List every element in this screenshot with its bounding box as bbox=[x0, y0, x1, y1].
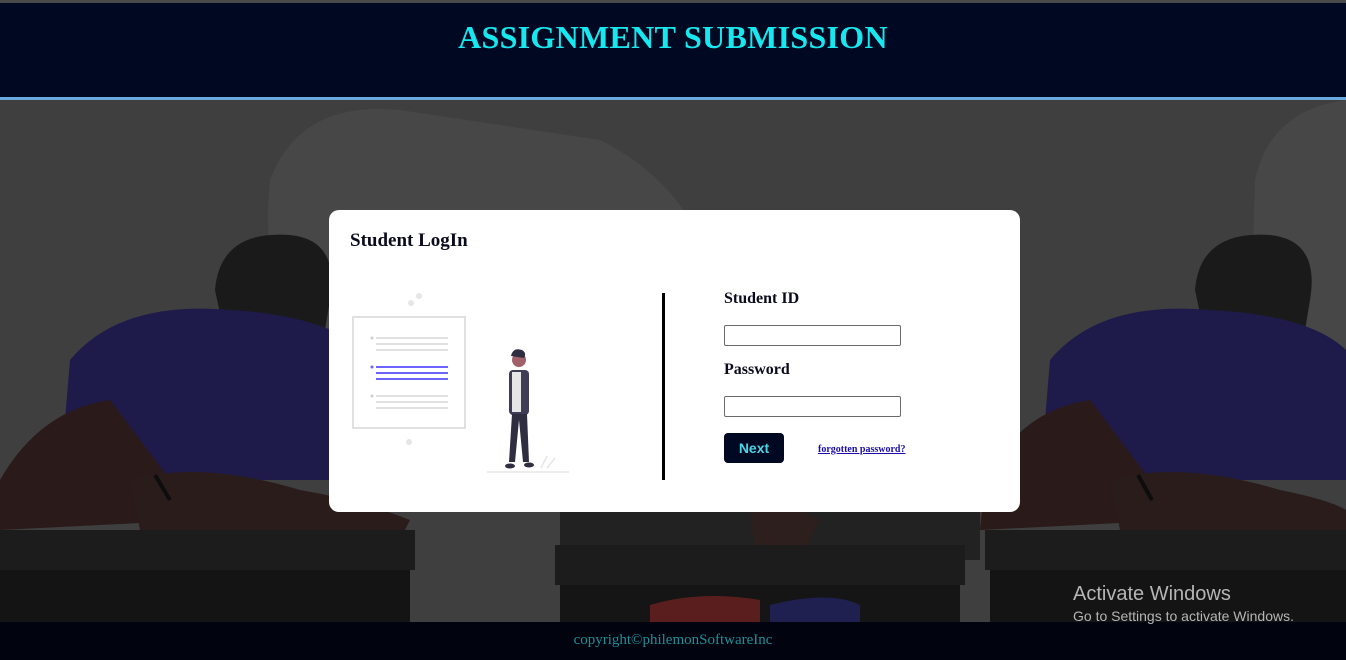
page-title: ASSIGNMENT SUBMISSION bbox=[458, 19, 888, 55]
copyright-text: copyright©philemonSoftwareInc bbox=[573, 632, 773, 648]
activate-windows-title: Activate Windows bbox=[1073, 583, 1231, 605]
person-icon bbox=[505, 349, 534, 469]
activate-windows-subtitle: Go to Settings to activate Windows. bbox=[1073, 608, 1294, 624]
activate-windows-watermark: Activate Windows Go to Settings to activ… bbox=[1073, 583, 1294, 624]
password-input[interactable] bbox=[724, 396, 901, 417]
forgot-password-link[interactable]: forgotten password? bbox=[818, 444, 906, 455]
decor-dot bbox=[406, 439, 412, 445]
password-label: Password bbox=[724, 361, 790, 378]
student-id-label: Student ID bbox=[724, 290, 800, 307]
login-illustration bbox=[349, 290, 579, 480]
card-divider bbox=[662, 293, 665, 480]
page-footer: copyright©philemonSoftwareInc bbox=[0, 622, 1346, 660]
student-id-input[interactable] bbox=[724, 325, 901, 346]
next-button[interactable]: Next bbox=[724, 433, 784, 463]
decor-dot bbox=[408, 300, 414, 306]
login-card: Student LogIn Student ID Password Next f… bbox=[329, 210, 1020, 512]
page-header: ASSIGNMENT SUBMISSION bbox=[0, 3, 1346, 100]
decor-dot bbox=[416, 293, 422, 299]
login-card-title: Student LogIn bbox=[350, 230, 468, 251]
